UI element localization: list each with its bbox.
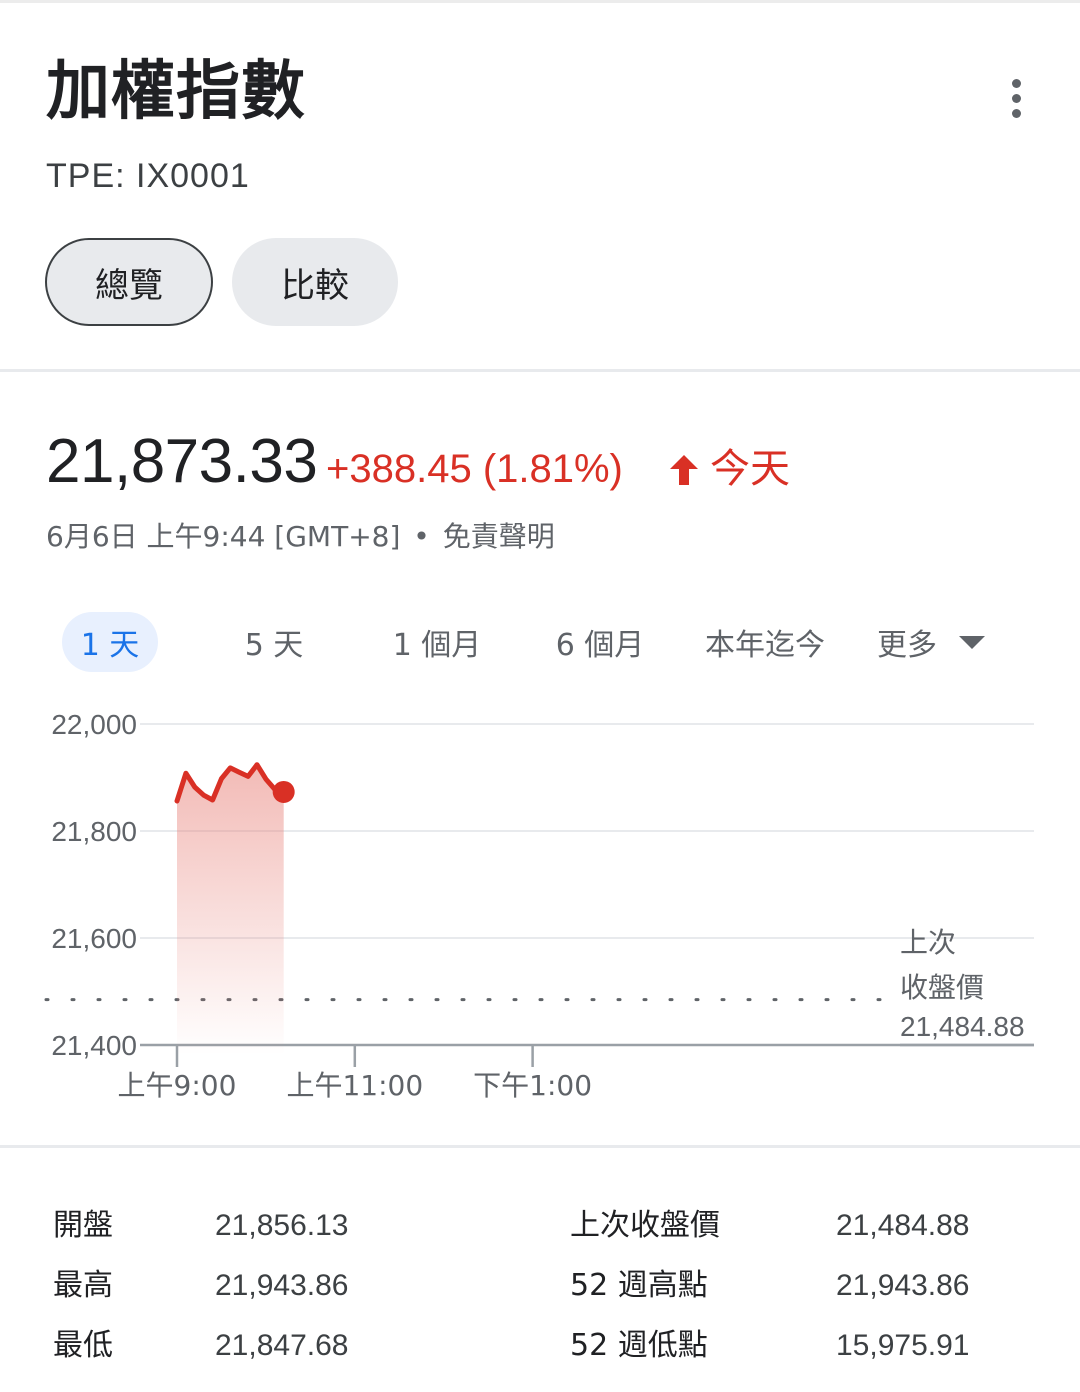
stats-divider <box>0 1145 1080 1148</box>
stat-value: 21,943.86 <box>215 1269 349 1302</box>
stat-label: 最高 <box>53 1268 113 1303</box>
previous-close-label: 上次 <box>900 926 956 959</box>
ticker-symbol: TPE: IX0001 <box>46 157 250 195</box>
data-point <box>265 779 266 780</box>
quote-timestamp-line: 6月6日 上午9:44 [GMT+8] • 免責聲明 <box>46 517 555 557</box>
price-area <box>177 764 284 1055</box>
tab-compare[interactable]: 比較 <box>232 238 398 326</box>
data-point <box>212 799 213 800</box>
stat-row: 最低 21,847.68 52 週低點 15,975.91 <box>0 1318 1080 1374</box>
range-tab-ytd[interactable]: 本年迄今 <box>692 612 838 672</box>
y-tick-label: 21,600 <box>51 923 137 954</box>
data-point <box>230 767 231 768</box>
y-tick-label: 21,800 <box>51 816 137 847</box>
disclaimer-link[interactable]: 免責聲明 <box>443 520 555 553</box>
range-tab-more[interactable]: 更多 <box>866 612 996 672</box>
x-tick-label: 下午1:00 <box>473 1069 592 1102</box>
stat-label: 52 週低點 <box>570 1328 708 1363</box>
data-point <box>221 778 222 779</box>
stat-label: 上次收盤價 <box>570 1208 720 1243</box>
current-price: 21,873.33 <box>46 427 318 496</box>
stat-row: 最高 21,943.86 52 週高點 21,943.86 <box>0 1258 1080 1314</box>
dropdown-caret-icon <box>959 635 985 649</box>
period-label: 今天 <box>710 446 790 492</box>
stat-value: 21,847.68 <box>215 1329 349 1362</box>
separator-dot: • <box>413 520 430 553</box>
range-tab-more-label: 更多 <box>877 628 937 663</box>
stat-row: 開盤 21,856.13 上次收盤價 21,484.88 <box>0 1198 1080 1254</box>
y-tick-label: 22,000 <box>51 709 137 740</box>
data-point <box>248 776 249 777</box>
price-chart[interactable]: 22,000 21,800 21,600 21,400 上午9:00 上午11:00 下午1… <box>0 690 1080 1120</box>
quote-timestamp: 6月6日 上午9:44 [GMT+8] <box>46 520 401 553</box>
x-tick-label: 上午9:00 <box>118 1069 237 1102</box>
stat-label: 最低 <box>53 1328 113 1363</box>
data-point <box>185 773 186 774</box>
range-tab-5d[interactable]: 5 天 <box>224 612 324 672</box>
data-point <box>203 795 204 796</box>
arrow-up-icon <box>670 455 698 485</box>
top-divider <box>0 0 1080 3</box>
data-point <box>239 772 240 773</box>
stat-label: 52 週高點 <box>570 1268 708 1303</box>
y-tick-label: 21,400 <box>51 1030 137 1061</box>
page-title: 加權指數 <box>46 55 306 129</box>
data-point <box>257 764 258 765</box>
range-tab-1d[interactable]: 1 天 <box>62 612 158 672</box>
range-tab-6m[interactable]: 6 個月 <box>540 612 660 672</box>
stat-value: 21,943.86 <box>836 1269 970 1302</box>
range-tab-1m[interactable]: 1 個月 <box>376 612 498 672</box>
current-price-point <box>272 780 295 803</box>
stat-label: 開盤 <box>53 1208 113 1243</box>
stat-value: 21,484.88 <box>836 1209 970 1242</box>
stat-value: 21,856.13 <box>215 1209 349 1242</box>
section-divider <box>0 369 1080 372</box>
tab-overview[interactable]: 總覽 <box>45 238 213 326</box>
x-tick-label: 上午11:00 <box>286 1069 423 1102</box>
price-change: +388.45 (1.81%) <box>326 447 623 491</box>
previous-close-value: 21,484.88 <box>900 1011 1025 1042</box>
stat-value: 15,975.91 <box>836 1329 970 1362</box>
data-point <box>194 787 195 788</box>
previous-close-label: 收盤價 <box>900 971 984 1004</box>
more-options-icon[interactable] <box>996 72 1036 124</box>
data-point <box>177 801 178 802</box>
